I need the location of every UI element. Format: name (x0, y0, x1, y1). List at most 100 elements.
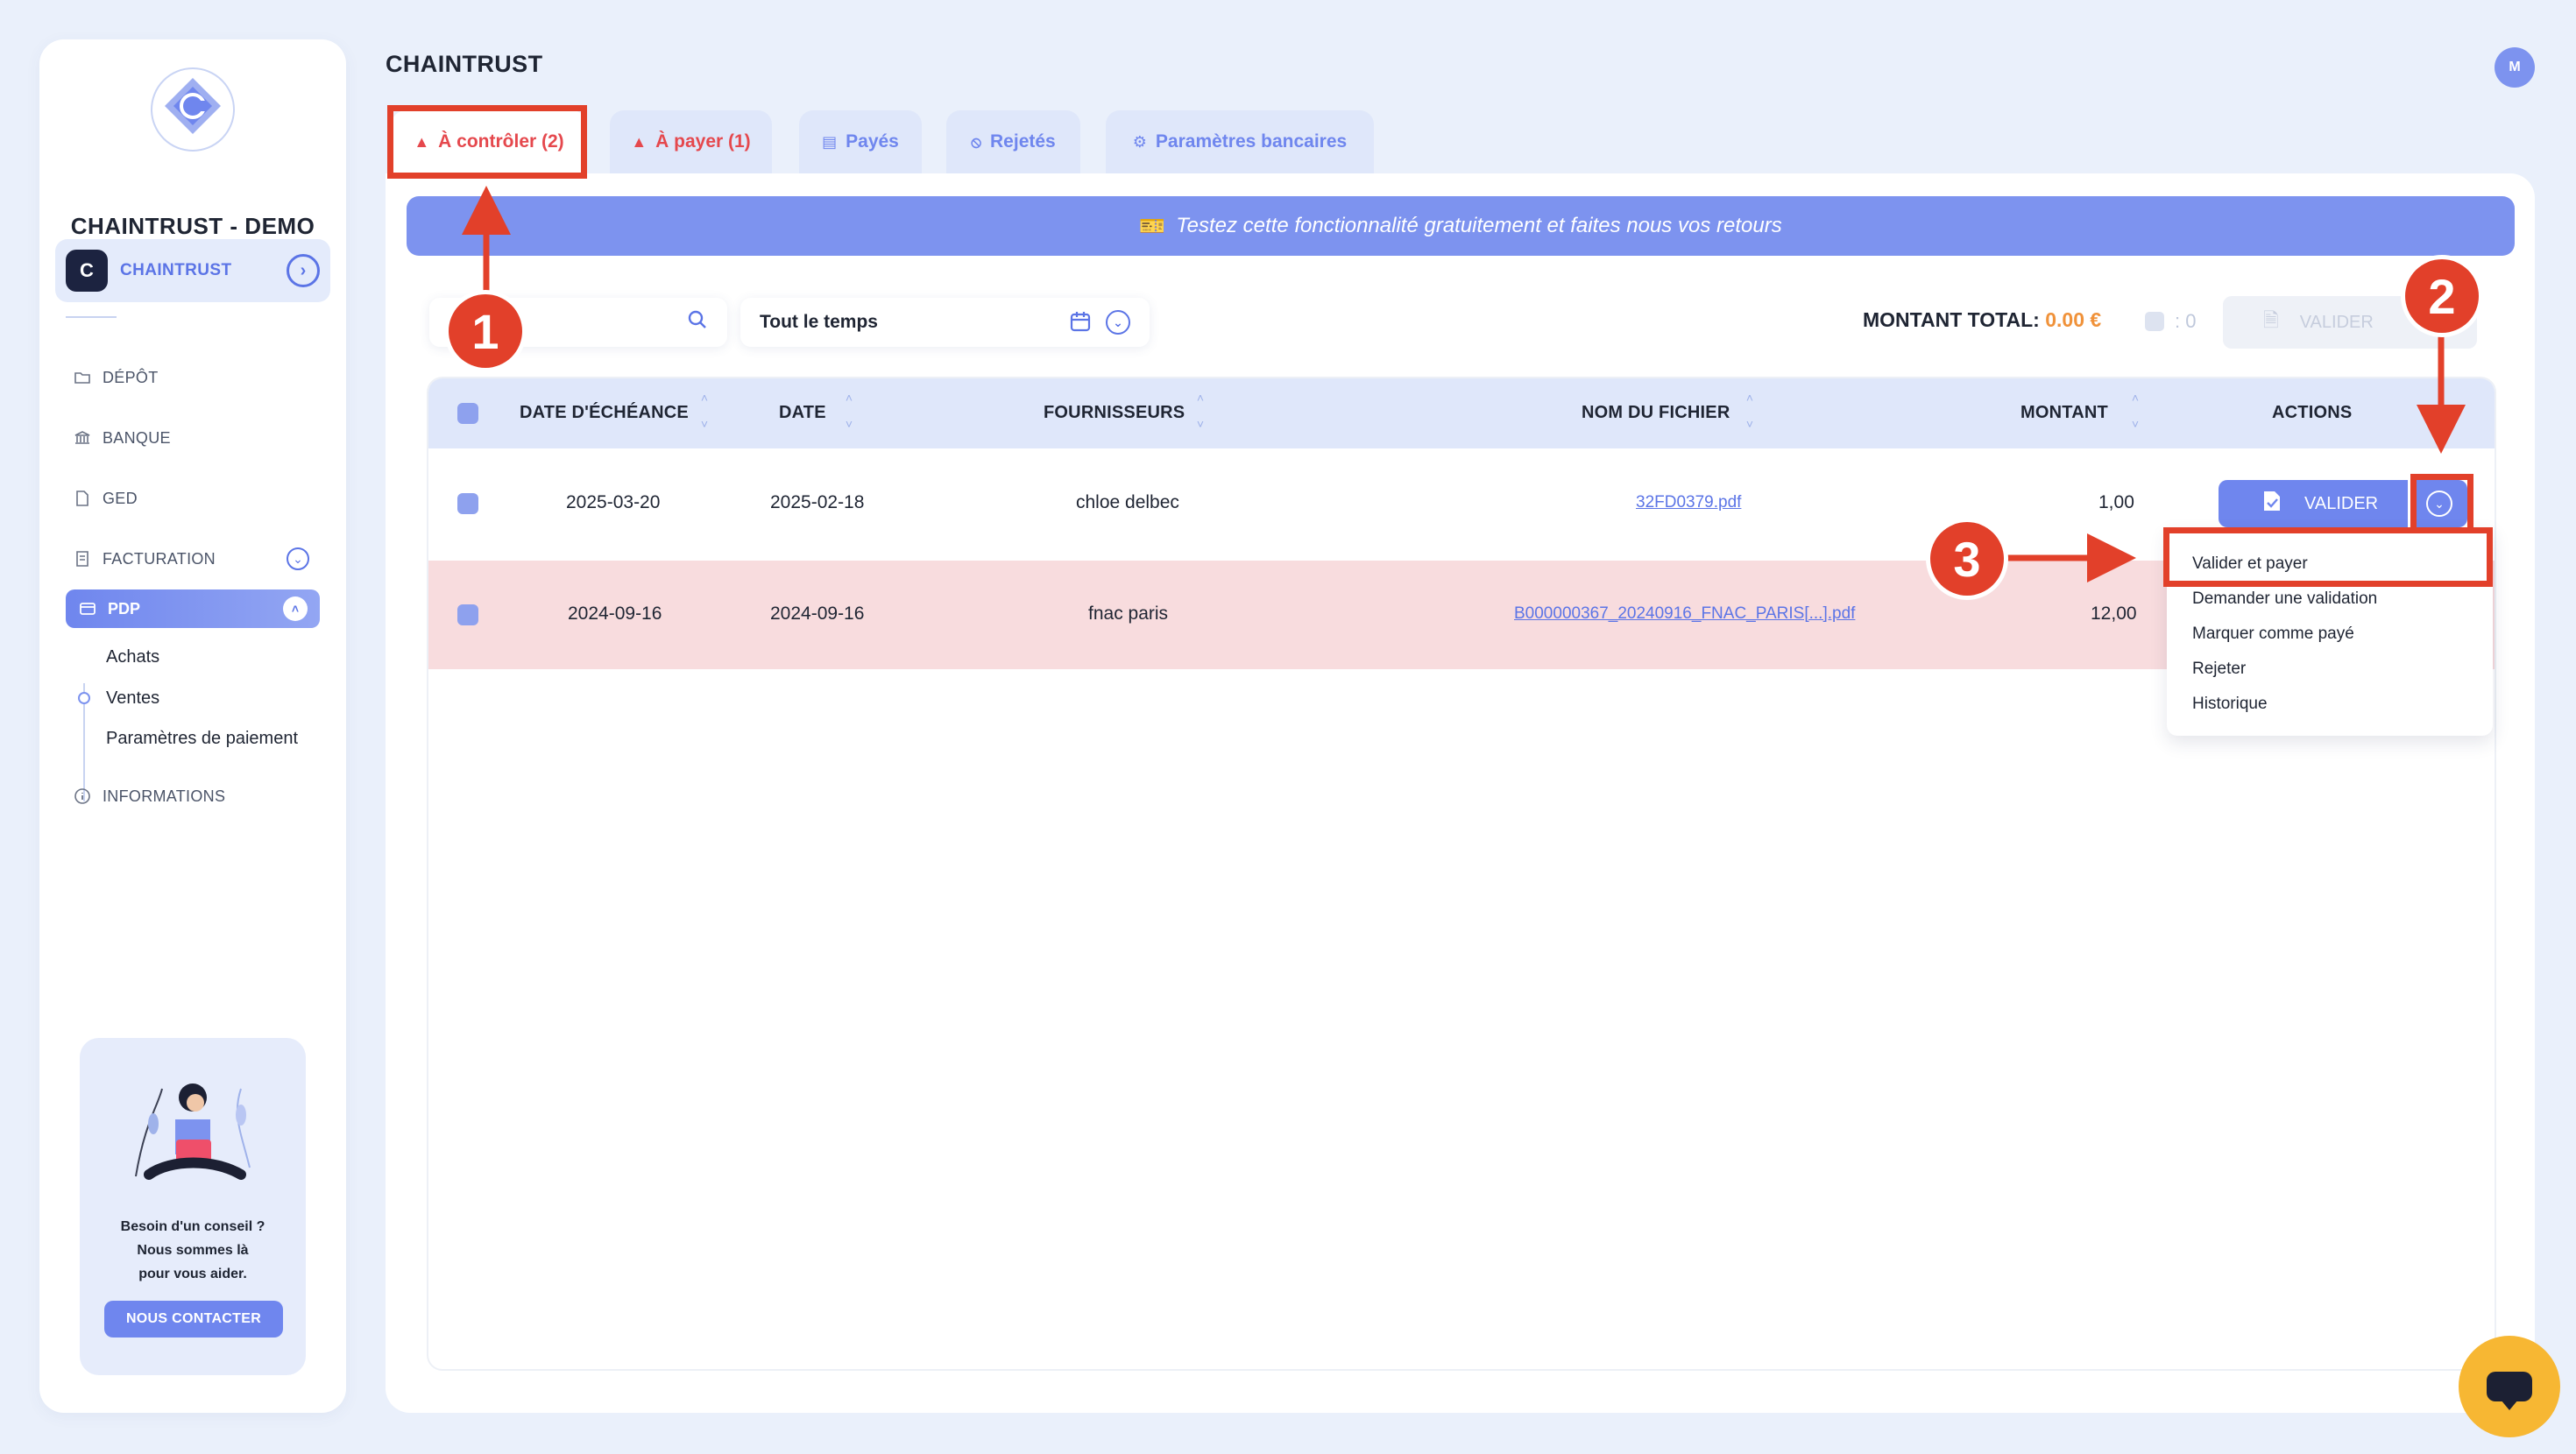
bulk-validate-label: VALIDER (2299, 312, 2374, 332)
help-card: Besoin d'un conseil ? Nous sommes là pou… (80, 1038, 306, 1375)
invoice-icon (73, 549, 92, 568)
cell-supplier: chloe delbec (1076, 492, 1179, 512)
sidebar: CHAINTRUST - DEMO C CHAINTRUST › DÉPÔT B… (39, 39, 346, 1413)
gear-icon: ⚙ (1132, 132, 1147, 151)
sort-icon[interactable]: ˄ ˅ (697, 391, 711, 431)
row-validate-button[interactable]: VALIDER (2219, 480, 2408, 527)
column-header-due-date[interactable]: DATE D'ÉCHÉANCE (520, 403, 689, 423)
cell-file-link[interactable]: 32FD0379.pdf (1636, 493, 1741, 512)
column-header-date[interactable]: DATE (779, 403, 826, 423)
sort-icon[interactable]: ˄ ˅ (1193, 391, 1207, 431)
workspace-logo-icon: C (66, 250, 108, 292)
workspace-switcher[interactable]: C CHAINTRUST › (55, 239, 330, 302)
chevron-down-icon[interactable]: ⌄ (287, 547, 309, 570)
chaintrust-logo (151, 67, 235, 152)
feedback-banner: 🎫 Testez cette fonctionnalité gratuiteme… (407, 196, 2515, 256)
invoice-table (427, 377, 2496, 1371)
sidebar-item-facturation[interactable]: FACTURATION (73, 541, 216, 576)
bank-icon (73, 428, 92, 448)
sidebar-item-informations[interactable]: INFORMATIONS (73, 779, 225, 814)
menu-item-marquer-paye[interactable]: Marquer comme payé (2192, 625, 2354, 644)
sidebar-item-label: BANQUE (103, 428, 171, 447)
help-text: Besoin d'un conseil ? Nous sommes là pou… (80, 1215, 306, 1286)
total-label: MONTANT TOTAL: (1863, 308, 2040, 331)
cell-amount: 12,00 (2091, 603, 2137, 624)
column-header-actions: ACTIONS (2272, 403, 2353, 422)
sidebar-item-label: FACTURATION (103, 549, 216, 568)
chat-icon (2487, 1372, 2532, 1410)
table-header (428, 378, 2495, 448)
help-line: Nous sommes là (137, 1243, 249, 1258)
sidebar-item-label: DÉPÔT (103, 368, 159, 386)
total-value: 0.00 € (2045, 308, 2102, 331)
cell-date: 2025-02-18 (770, 492, 865, 512)
row-validate-label: VALIDER (2304, 493, 2379, 513)
annotation-step-1: 1 (449, 294, 522, 368)
document-check-icon: 🗎 (2263, 309, 2279, 331)
info-icon (73, 787, 92, 806)
annotation-highlight-menu-item (2163, 527, 2493, 587)
sidebar-item-depot[interactable]: DÉPÔT (73, 360, 159, 395)
select-all-checkbox[interactable] (457, 403, 478, 424)
column-header-filename[interactable]: NOM DU FICHIER (1582, 403, 1730, 423)
tab-a-payer[interactable]: ▲ À payer (1) (610, 110, 772, 173)
card-icon (78, 599, 97, 618)
sidebar-item-label: PDP (108, 599, 141, 618)
cell-due-date: 2024-09-16 (568, 603, 662, 624)
help-line: Besoin d'un conseil ? (120, 1219, 265, 1234)
ticket-icon: 🎫 (1139, 214, 1166, 238)
row-checkbox[interactable] (457, 604, 478, 625)
tab-rejetes[interactable]: ⦸ Rejetés (946, 110, 1080, 173)
ban-icon: ⦸ (971, 132, 982, 151)
sidebar-item-ged[interactable]: GED (73, 481, 138, 516)
menu-item-rejeter[interactable]: Rejeter (2192, 660, 2246, 679)
annotation-highlight-tab (387, 105, 587, 179)
sort-icon[interactable]: ˄ ˅ (2128, 391, 2142, 431)
document-icon (73, 489, 92, 508)
help-line: pour vous aider. (138, 1267, 247, 1281)
annotation-step-3: 3 (1930, 522, 2004, 596)
menu-item-demander-validation[interactable]: Demander une validation (2192, 589, 2377, 609)
sort-icon[interactable]: ˄ ˅ (842, 391, 856, 431)
tab-label: Paramètres bancaires (1155, 131, 1348, 152)
page-title: CHAINTRUST (386, 51, 543, 77)
column-header-suppliers[interactable]: FOURNISSEURS (1044, 403, 1185, 423)
chevron-up-icon[interactable]: ˄ (283, 596, 308, 621)
avatar[interactable]: M (2495, 47, 2535, 88)
support-illustration (135, 1083, 251, 1180)
submenu-item-parametres-paiement[interactable]: Paramètres de paiement (106, 729, 298, 749)
checkbox-icon (2145, 312, 2164, 331)
submenu-item-achats[interactable]: Achats (106, 647, 159, 667)
tab-label: À payer (1) (655, 131, 751, 152)
menu-item-historique[interactable]: Historique (2192, 695, 2268, 714)
period-select[interactable]: Tout le temps ⌄ (740, 298, 1150, 347)
sidebar-item-label: GED (103, 489, 138, 507)
tab-payes[interactable]: ▤ Payés (799, 110, 922, 173)
submenu-active-dot (78, 692, 90, 704)
contact-button[interactable]: NOUS CONTACTER (104, 1301, 283, 1338)
sidebar-item-pdp[interactable]: PDP ˄ (66, 589, 320, 628)
banner-text: Testez cette fonctionnalité gratuitement… (1176, 214, 1782, 237)
column-header-amount[interactable]: MONTANT (2020, 403, 2108, 423)
warning-icon: ▲ (631, 132, 648, 151)
sort-icon[interactable]: ˄ ˅ (1743, 391, 1757, 431)
selection-count-value: : 0 (2175, 310, 2197, 332)
calendar-icon[interactable] (1069, 310, 1093, 335)
selection-count: : 0 (2145, 310, 2196, 333)
annotation-step-2: 2 (2405, 259, 2479, 333)
submenu-item-ventes[interactable]: Ventes (106, 688, 159, 709)
nav-divider (66, 316, 117, 318)
search-icon[interactable] (687, 309, 708, 335)
total-amount: MONTANT TOTAL: 0.00 € (1863, 308, 2101, 332)
chevron-down-icon[interactable]: ⌄ (1106, 310, 1130, 335)
chevron-right-icon[interactable]: › (287, 254, 320, 287)
sidebar-item-banque[interactable]: BANQUE (73, 420, 171, 455)
row-checkbox[interactable] (457, 493, 478, 514)
cell-due-date: 2025-03-20 (566, 492, 661, 512)
chat-widget-button[interactable] (2459, 1336, 2560, 1437)
org-name: CHAINTRUST - DEMO (70, 213, 315, 239)
tab-label: Rejetés (990, 131, 1056, 152)
tab-parametres-bancaires[interactable]: ⚙ Paramètres bancaires (1106, 110, 1374, 173)
cell-file-link[interactable]: B000000367_20240916_FNAC_PARIS[...].pdf (1514, 604, 1855, 624)
card-icon: ▤ (822, 132, 838, 151)
